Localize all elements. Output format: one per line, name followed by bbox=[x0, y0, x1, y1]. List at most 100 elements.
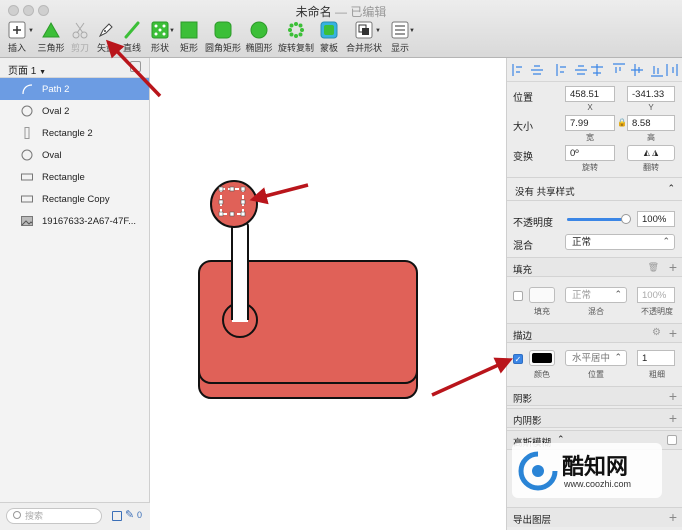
layer-item[interactable]: Path 2 bbox=[0, 78, 149, 100]
position-x-field[interactable]: 458.51 bbox=[565, 86, 615, 102]
rotate-field[interactable]: 0º bbox=[565, 145, 615, 161]
add-border-icon[interactable]: + bbox=[669, 326, 677, 340]
align-icons[interactable] bbox=[507, 58, 682, 82]
layer-item[interactable]: Oval bbox=[0, 144, 149, 166]
fill-caption: 填充 bbox=[534, 307, 550, 316]
triangle-icon bbox=[42, 21, 60, 38]
fill-opacity-field[interactable]: 100% bbox=[637, 287, 675, 303]
height-field[interactable]: 8.58 bbox=[627, 115, 675, 131]
shared-style-select[interactable]: 没有 共享样式 ⌃ bbox=[507, 177, 682, 201]
insert-button[interactable]: 插入 ▼ bbox=[4, 20, 34, 56]
layer-label: Rectangle 2 bbox=[42, 127, 93, 139]
add-fill-icon[interactable]: + bbox=[669, 260, 677, 274]
width-field[interactable]: 7.99 bbox=[565, 115, 615, 131]
layer-item[interactable]: Rectangle bbox=[0, 166, 149, 188]
border-color-caption: 颜色 bbox=[534, 370, 550, 379]
layer-item[interactable]: Oval 2 bbox=[0, 100, 149, 122]
layer-list: Path 2 Oval 2 Rectangle 2 Oval Rectangle Rect… bbox=[0, 78, 149, 232]
vector-button[interactable]: 矢量 bbox=[95, 20, 117, 56]
canvas[interactable] bbox=[151, 58, 506, 530]
edit-icon[interactable]: ✎ bbox=[125, 508, 134, 521]
mask-icon bbox=[320, 21, 338, 39]
coozhi-logo-icon bbox=[518, 451, 558, 491]
add-page-icon[interactable] bbox=[130, 61, 141, 72]
line-button[interactable]: 直线 bbox=[120, 20, 144, 56]
fill-blend-caption: 混合 bbox=[588, 307, 604, 316]
alignment-toolbar bbox=[507, 58, 682, 82]
border-width-field[interactable]: 1 bbox=[637, 350, 675, 366]
chevron-down-icon: ▼ bbox=[375, 28, 381, 34]
blend-label: 混合 bbox=[513, 241, 533, 252]
scissors-button[interactable]: 剪刀 bbox=[68, 20, 92, 56]
rectangle-button[interactable]: 矩形 bbox=[178, 20, 200, 56]
layer-label: 19167633-2A67-47F... bbox=[42, 215, 137, 227]
mask-button[interactable]: 蒙板 bbox=[318, 20, 340, 56]
fill-opacity-caption: 不透明度 bbox=[641, 307, 673, 316]
border-checkbox[interactable]: ✓ bbox=[513, 354, 523, 364]
export-section[interactable]: 导出图层 + bbox=[507, 507, 682, 527]
view-icon bbox=[391, 21, 409, 39]
layer-label: Oval 2 bbox=[42, 105, 70, 117]
gear-icon[interactable]: ⚙ bbox=[652, 327, 661, 338]
window-title: 未命名 — 已编辑 bbox=[295, 5, 387, 19]
width-caption: 宽 bbox=[586, 133, 594, 142]
fill-checkbox[interactable] bbox=[513, 291, 523, 301]
border-position-select[interactable]: 水平居中 ⌃ bbox=[565, 350, 627, 366]
watermark: 酷知网 www.coozhi.com bbox=[512, 443, 662, 498]
rounded-rect-button[interactable]: 圆角矩形 bbox=[205, 20, 241, 56]
page-selector[interactable]: 页面 1 ▼ bbox=[0, 58, 149, 78]
view-button[interactable]: 显示 ▼ bbox=[388, 20, 415, 56]
shadow-section[interactable]: 阴影 + bbox=[507, 386, 682, 406]
fill-blend-select[interactable]: 正常 ⌃ bbox=[565, 287, 627, 303]
layer-item[interactable]: Rectangle Copy bbox=[0, 188, 149, 210]
position-label: 位置 bbox=[513, 93, 533, 104]
dice-icon bbox=[151, 21, 169, 39]
rotate-copy-button[interactable]: 旋转复制 bbox=[278, 20, 314, 56]
chevron-down-icon: ▼ bbox=[409, 28, 415, 34]
chevron-down-icon: ▼ bbox=[39, 69, 47, 76]
flip-buttons[interactable]: ◭ ◮ bbox=[627, 145, 675, 161]
layer-item[interactable]: Rectangle 2 bbox=[0, 122, 149, 144]
add-shadow-icon[interactable]: + bbox=[669, 389, 677, 403]
rectangle-icon bbox=[180, 21, 198, 39]
chevron-down-icon: ▼ bbox=[28, 28, 34, 34]
combine-button[interactable]: 合并形状 ▼ bbox=[344, 20, 384, 56]
rounded-rect-icon bbox=[214, 21, 232, 39]
chevron-updown-icon: ⌃ bbox=[614, 289, 622, 299]
size-label: 大小 bbox=[513, 122, 533, 133]
add-export-icon[interactable]: + bbox=[669, 510, 677, 524]
combine-icon bbox=[355, 21, 373, 39]
border-width-caption: 粗细 bbox=[649, 370, 665, 379]
path-icon bbox=[20, 82, 34, 96]
oval-button[interactable]: 椭圆形 bbox=[244, 20, 274, 56]
position-y-field[interactable]: -341.33 bbox=[627, 86, 675, 102]
oval-icon bbox=[250, 21, 268, 39]
blur-checkbox[interactable] bbox=[667, 435, 677, 445]
pen-icon bbox=[98, 23, 113, 38]
opacity-slider[interactable] bbox=[567, 214, 631, 224]
chevron-updown-icon: ⌃ bbox=[667, 183, 675, 193]
inner-shadow-section[interactable]: 内阴影 + bbox=[507, 408, 682, 428]
y-caption: Y bbox=[648, 103, 654, 112]
shape-button[interactable]: 形状 ▼ bbox=[147, 20, 175, 56]
chevron-updown-icon: ⌃ bbox=[614, 352, 622, 362]
border-color-swatch[interactable] bbox=[529, 350, 555, 366]
transform-label: 变换 bbox=[513, 152, 533, 163]
add-inner-shadow-icon[interactable]: + bbox=[669, 411, 677, 425]
blend-select[interactable]: 正常 ⌃ bbox=[565, 234, 675, 250]
watermark-url: www.coozhi.com bbox=[564, 479, 632, 489]
border-position-caption: 位置 bbox=[588, 370, 604, 379]
chevron-down-icon: ▼ bbox=[169, 28, 175, 34]
layer-item[interactable]: 19167633-2A67-47F... bbox=[0, 210, 149, 232]
stick-cover bbox=[232, 288, 248, 322]
fill-color-swatch[interactable] bbox=[529, 287, 555, 303]
pages-icon[interactable] bbox=[112, 511, 122, 521]
scissors-icon bbox=[72, 22, 88, 39]
opacity-slider-knob[interactable] bbox=[621, 214, 631, 224]
triangle-button[interactable]: 三角形 bbox=[36, 20, 66, 56]
height-caption: 高 bbox=[647, 133, 655, 142]
lock-icon[interactable]: 🔒 bbox=[617, 118, 627, 127]
layer-label: Rectangle bbox=[42, 171, 85, 183]
opacity-field[interactable]: 100% bbox=[637, 211, 675, 227]
trash-icon[interactable]: 🗑 bbox=[648, 262, 659, 273]
